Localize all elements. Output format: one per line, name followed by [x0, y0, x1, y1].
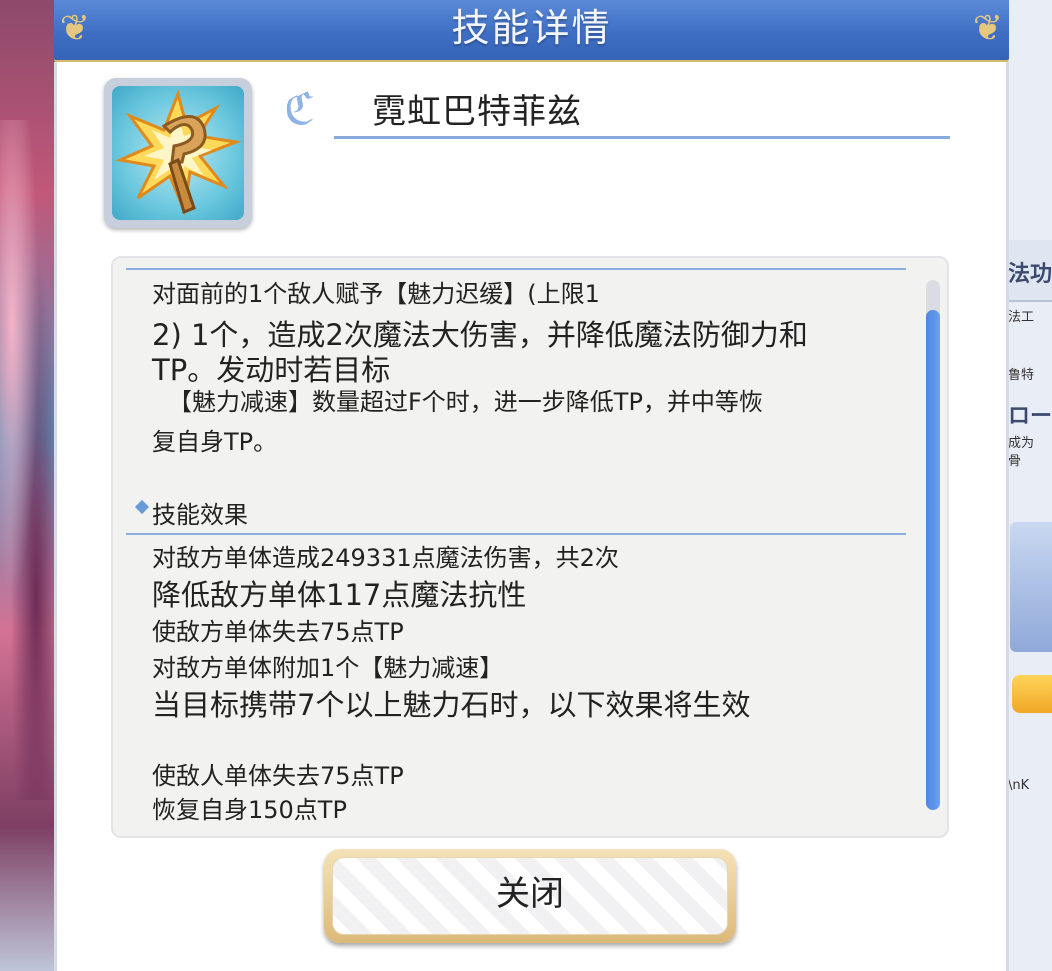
skill-icon-frame	[104, 78, 252, 228]
side-text-1: 法工	[1008, 310, 1035, 325]
effect-line-7: 恢复自身150点TP	[152, 796, 347, 824]
effects-divider	[126, 533, 906, 535]
character-art-detail	[0, 120, 60, 800]
background-character-art	[0, 0, 60, 971]
close-button-label: 关闭	[496, 874, 564, 914]
skill-name-underline	[334, 136, 950, 139]
effects-heading: 技能效果	[152, 501, 248, 529]
side-label-big-2: ロー	[1008, 404, 1052, 429]
description-top-divider	[126, 268, 906, 270]
description-line-4: 【魅力减速】数量超过F个时，进一步降低TP，并中等恢	[168, 388, 763, 416]
effect-line-3: 使敌方单体失去75点TP	[152, 618, 404, 646]
description-line-5: 复自身TP。	[152, 428, 278, 456]
side-orange-tab	[1012, 675, 1052, 713]
side-text-2: 鲁特	[1008, 368, 1035, 383]
effect-line-2: 降低敌方单体117点魔法抗性	[152, 578, 527, 612]
side-text-3: 成为	[1008, 436, 1035, 451]
side-text-4: 骨	[1008, 454, 1022, 469]
description-scrollbar-thumb[interactable]	[926, 310, 940, 810]
close-button[interactable]: 关闭	[324, 849, 736, 943]
effect-line-4: 对敌方单体附加1个【魅力减速】	[152, 654, 504, 682]
dialog-header: ❦ ❦ 技能详情	[54, 0, 1009, 63]
skill-name: 霓虹巴特菲兹	[372, 92, 582, 132]
background-side-panel: 法功 法工 鲁特 ロー 成为 骨 \nK	[1002, 0, 1052, 971]
side-text-5: \nK	[1008, 778, 1030, 793]
effect-line-1: 对敌方单体造成249331点魔法伤害，共2次	[152, 544, 619, 572]
effect-line-6: 使敌人单体失去75点TP	[152, 762, 404, 790]
magic-staff-burst-icon	[112, 86, 244, 220]
description-line-1: 对面前的1个敌人赋予【魅力迟缓】(上限1	[152, 280, 600, 308]
side-character-thumbnail	[1010, 522, 1052, 652]
swirl-ornament-icon: ℭ	[284, 84, 315, 135]
side-label-big: 法功	[1008, 262, 1052, 287]
dialog-title: 技能详情	[451, 6, 612, 50]
effect-line-5: 当目标携带7个以上魅力石时，以下效果将生效	[152, 688, 751, 722]
skill-detail-dialog: ❦ ❦ 技能详情 ℭ 霓虹巴特菲兹 对面前的1个敌人赋予【魅力迟缓】(上限1 2…	[54, 0, 1009, 971]
